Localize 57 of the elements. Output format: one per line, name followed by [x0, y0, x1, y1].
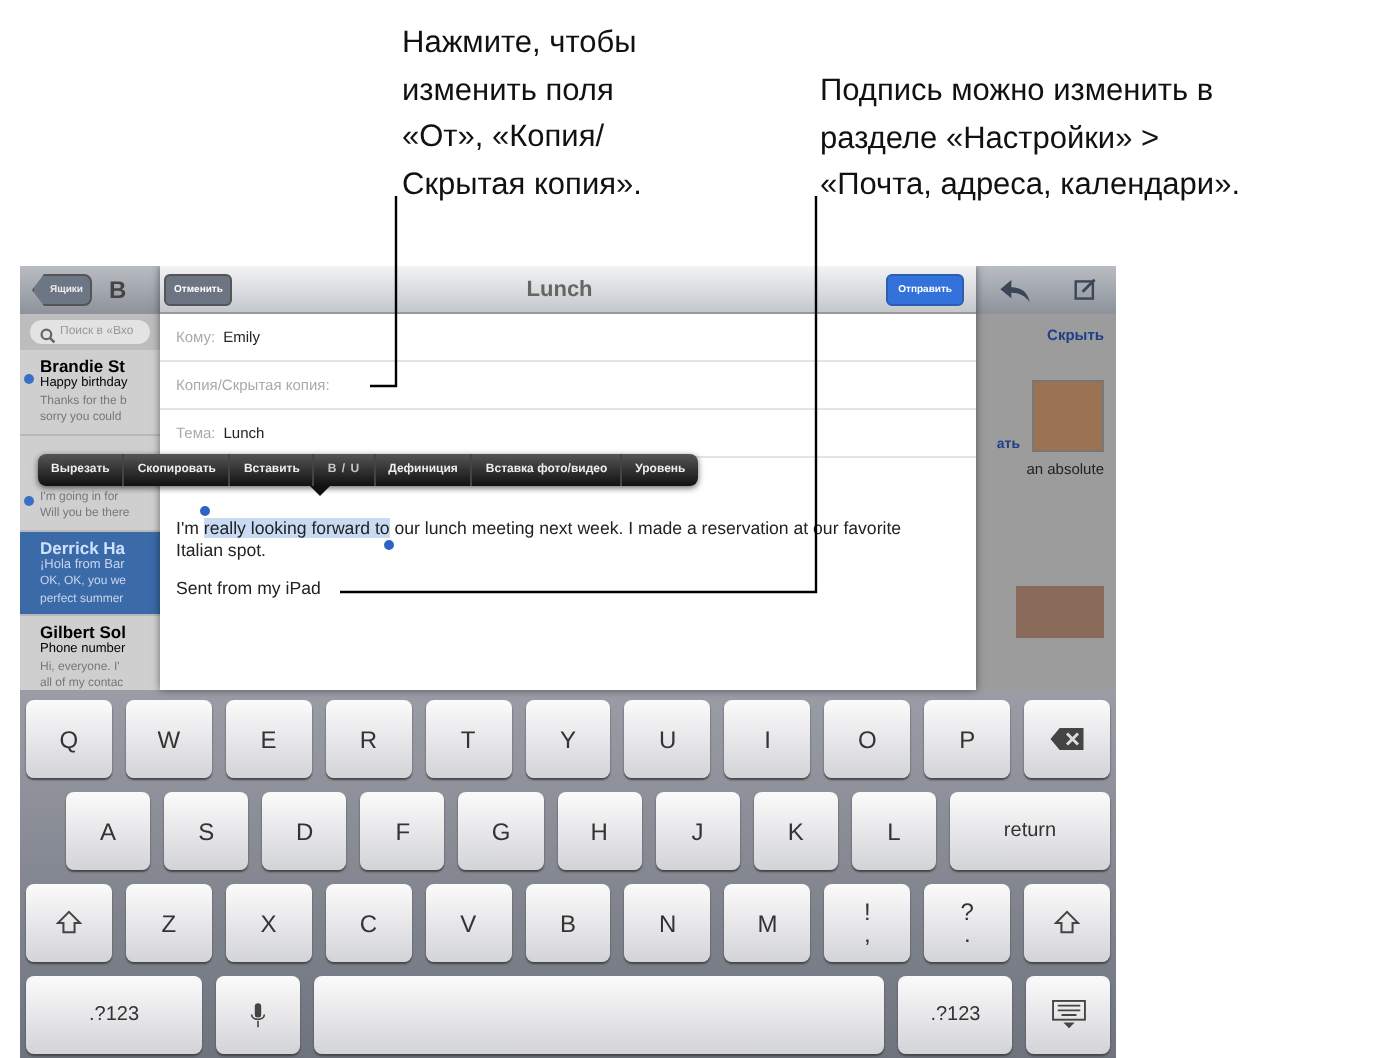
- reply-arrow-icon[interactable]: [1000, 279, 1030, 301]
- key[interactable]: J: [655, 792, 740, 870]
- key[interactable]: Q: [26, 700, 112, 778]
- key[interactable]: ! ,: [824, 884, 911, 962]
- key[interactable]: Z: [125, 884, 212, 962]
- key[interactable]: K: [753, 792, 838, 870]
- callout-text: Подпись можно изменить в разделе «Настройки» > «Почта, адреса, календари».: [820, 72, 1240, 206]
- key[interactable]: V: [425, 884, 512, 962]
- callout-text: Нажмите, чтобы изменить поля «От», «Копия/ Скрытая копия».: [402, 24, 642, 205]
- photo-placeholder: [1032, 380, 1104, 452]
- key[interactable]: P: [924, 700, 1011, 778]
- key[interactable]: C: [325, 884, 412, 962]
- shift-key[interactable]: [1024, 884, 1110, 962]
- key[interactable]: G: [458, 792, 544, 870]
- key[interactable]: U: [624, 700, 711, 778]
- key[interactable]: T: [425, 700, 512, 778]
- backspace-key[interactable]: [1024, 700, 1110, 778]
- search-icon: [40, 328, 56, 344]
- microphone-icon: [250, 1001, 267, 1029]
- compose-icon[interactable]: [1074, 278, 1098, 302]
- menu-pointer-icon: [310, 486, 330, 496]
- backspace-icon: [1050, 728, 1085, 750]
- key[interactable]: L: [851, 792, 936, 870]
- key[interactable]: E: [225, 700, 312, 778]
- mail-sender: Gilbert Sol: [40, 622, 126, 642]
- key[interactable]: return: [949, 792, 1110, 870]
- list-title: В: [108, 276, 127, 304]
- key[interactable]: D: [262, 792, 347, 870]
- photo-placeholder: [1016, 586, 1104, 638]
- signature-text: Sent from my iPad: [176, 578, 323, 598]
- key[interactable]: .?123: [898, 976, 1013, 1054]
- keyboard-icon: [1051, 1000, 1085, 1030]
- shift-key[interactable]: [26, 884, 112, 962]
- key[interactable]: Y: [525, 700, 611, 778]
- key[interactable]: O: [824, 700, 911, 778]
- compose-title: Lunch: [526, 277, 593, 301]
- key[interactable]: I: [724, 700, 811, 778]
- key[interactable]: N: [624, 884, 711, 962]
- selection-handle[interactable]: [383, 540, 394, 550]
- key[interactable]: H: [557, 792, 642, 870]
- key[interactable]: X: [225, 884, 312, 962]
- key[interactable]: S: [164, 792, 249, 870]
- key[interactable]: R: [325, 700, 412, 778]
- key[interactable]: B: [525, 884, 611, 962]
- hide-key[interactable]: [1026, 976, 1110, 1054]
- key[interactable]: A: [66, 792, 151, 870]
- mail-sender: Derrick Ha: [40, 537, 126, 557]
- shift-arrow-icon: [55, 910, 82, 936]
- mail-sender: Brandie St: [40, 356, 126, 376]
- key[interactable]: M: [724, 884, 811, 962]
- key[interactable]: W: [125, 700, 212, 778]
- key[interactable]: F: [360, 792, 445, 870]
- mic-key[interactable]: [216, 976, 301, 1054]
- key[interactable]: ? .: [924, 884, 1011, 962]
- selection-handle[interactable]: [199, 506, 210, 516]
- key[interactable]: .?123: [26, 976, 203, 1054]
- shift-arrow-icon: [1054, 910, 1081, 936]
